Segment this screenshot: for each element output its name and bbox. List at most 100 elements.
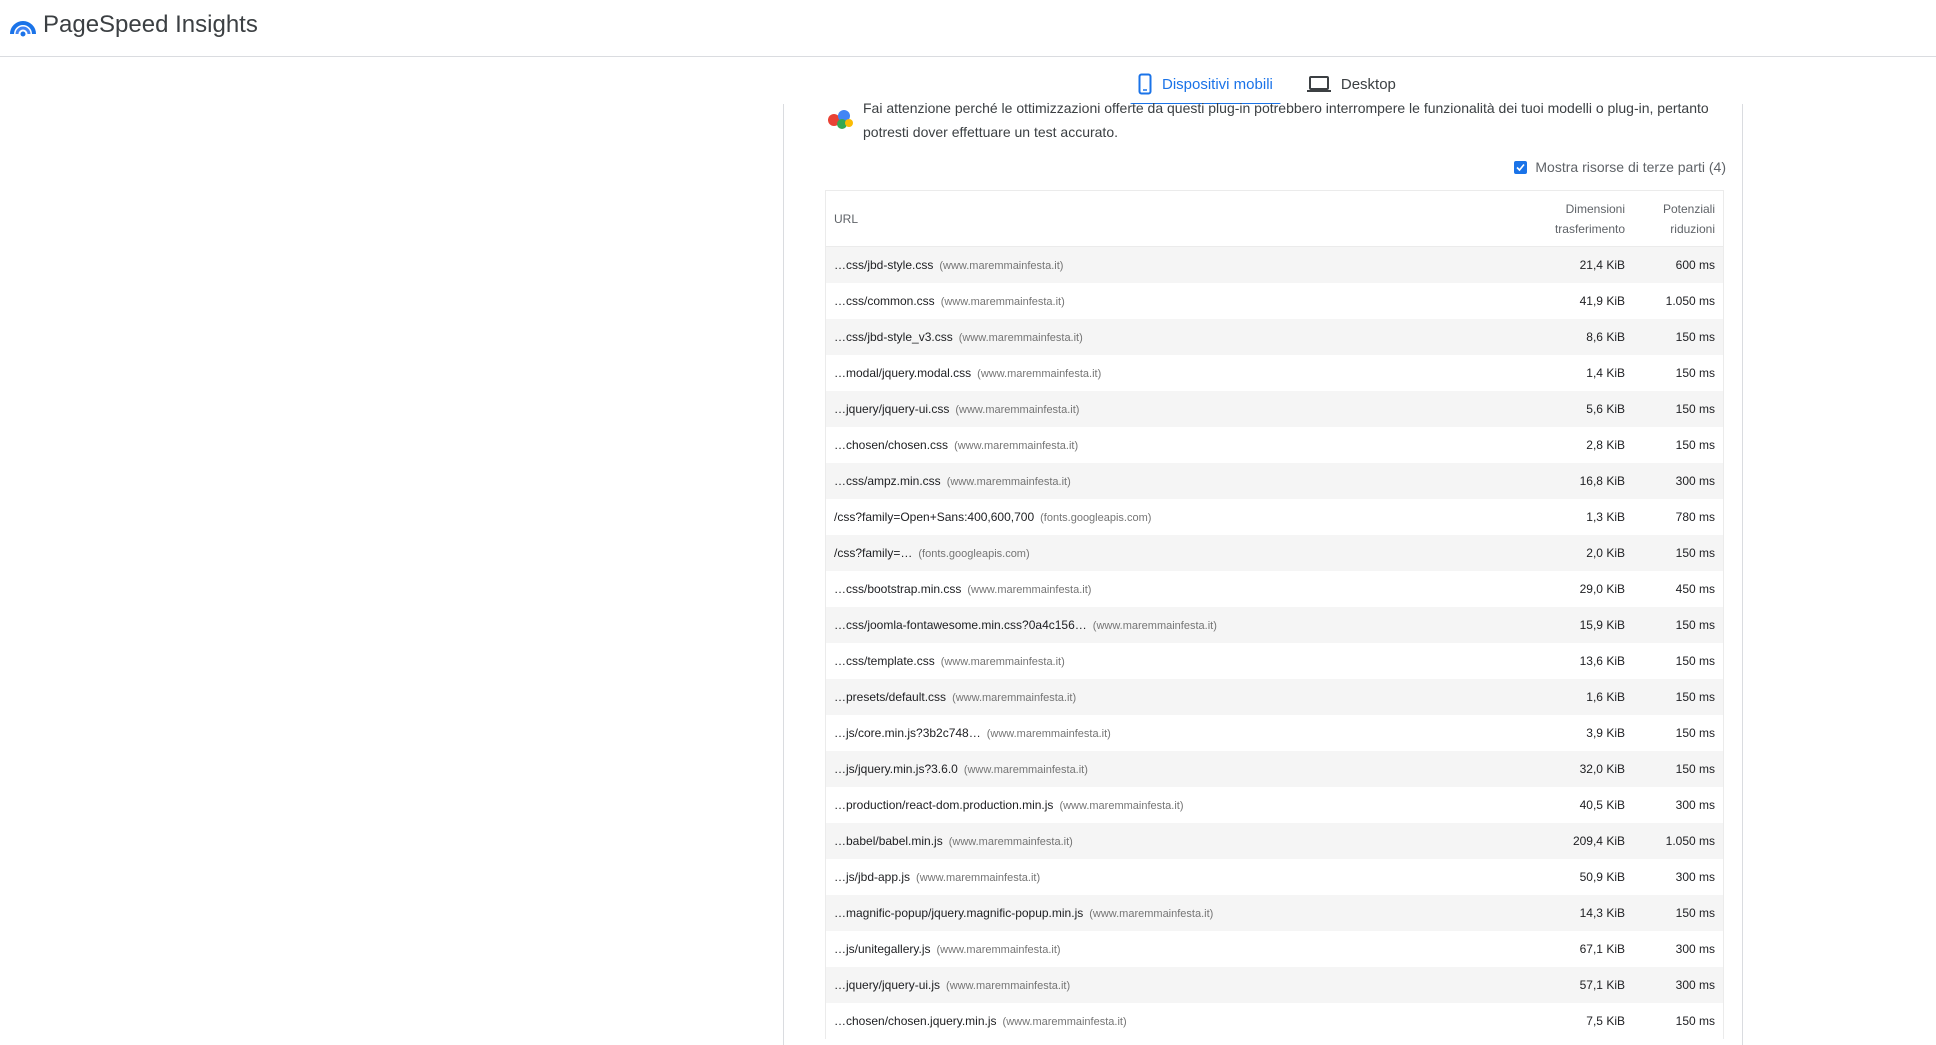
potential-savings-cell: 450 ms — [1675, 582, 1715, 596]
resource-host: (www.maremmainfesta.it) — [940, 296, 1065, 308]
column-header-url: URL — [834, 211, 859, 226]
transfer-size-cell: 67,1 KiB — [1579, 942, 1625, 956]
transfer-size-cell: 1,6 KiB — [1586, 690, 1625, 704]
table-header: URL Dimensioni trasferimento Potenziali … — [826, 191, 1723, 247]
potential-savings-cell: 300 ms — [1675, 870, 1715, 884]
app-title[interactable]: PageSpeed Insights — [43, 10, 258, 40]
tab-mobile-label: Dispositivi mobili — [1162, 75, 1273, 93]
column-header-savings-line1: Potenziali — [1662, 201, 1715, 216]
resource-url[interactable]: …presets/default.css — [834, 690, 946, 704]
table-body: …css/jbd-style.css (www.maremmainfesta.it… — [826, 247, 1723, 1039]
table-row: …js/jquery.min.js?3.6.0 (www.maremmainfes… — [826, 751, 1723, 787]
resource-url[interactable]: …magnific-popup/jquery.magnific-popup.mi… — [834, 906, 1083, 920]
table-row: …presets/default.css (www.maremmainfesta.… — [826, 679, 1723, 715]
url-cell: …jquery/jquery-ui.js (www.maremmainfesta.… — [826, 978, 1505, 992]
resource-host: (www.maremmainfesta.it) — [948, 836, 1073, 848]
resource-host: (www.maremmainfesta.it) — [1089, 908, 1214, 920]
resource-host: (www.maremmainfesta.it) — [952, 692, 1077, 704]
resource-url[interactable]: …jquery/jquery-ui.js — [834, 978, 940, 992]
resource-host: (fonts.googleapis.com) — [1040, 512, 1152, 524]
table-row: …css/common.css (www.maremmainfesta.it) 41… — [826, 283, 1723, 319]
transfer-size-cell: 14,3 KiB — [1579, 906, 1625, 920]
column-header-size-line1: Dimensioni — [1565, 201, 1625, 216]
resource-url[interactable]: /css?family=… — [834, 546, 912, 560]
resource-url[interactable]: …css/joomla-fontawesome.min.css?0a4c156… — [834, 618, 1087, 632]
url-cell: …css/common.css (www.maremmainfesta.it) — [826, 294, 1505, 308]
transfer-size-cell: 1,4 KiB — [1586, 366, 1625, 380]
pagespeed-logo-icon[interactable] — [10, 14, 36, 38]
resource-url[interactable]: …css/ampz.min.css — [834, 474, 941, 488]
resource-url[interactable]: …production/react-dom.production.min.js — [834, 798, 1053, 812]
potential-savings-cell: 300 ms — [1675, 474, 1715, 488]
resource-url[interactable]: …jquery/jquery-ui.css — [834, 402, 949, 416]
potential-savings-cell: 150 ms — [1675, 438, 1715, 452]
resource-url[interactable]: …modal/jquery.modal.css — [834, 366, 971, 380]
potential-savings-cell: 300 ms — [1675, 942, 1715, 956]
checkmark-icon — [1516, 163, 1526, 171]
column-header-size-line2: trasferimento — [1554, 221, 1625, 236]
potential-savings-cell: 150 ms — [1675, 906, 1715, 920]
url-cell: …magnific-popup/jquery.magnific-popup.mi… — [826, 906, 1505, 920]
resource-url[interactable]: …chosen/chosen.jquery.min.js — [834, 1014, 997, 1028]
column-header-savings: Potenziali riduzioni — [1625, 199, 1723, 239]
resource-url[interactable]: /css?family=Open+Sans:400,600,700 — [834, 510, 1034, 524]
plugin-stack-icon — [828, 110, 853, 129]
table-row: …modal/jquery.modal.css (www.maremmainfes… — [826, 355, 1723, 391]
transfer-size-cell: 16,8 KiB — [1579, 474, 1625, 488]
table-row: …magnific-popup/jquery.magnific-popup.mi… — [826, 895, 1723, 931]
column-header-size: Dimensioni trasferimento — [1505, 199, 1625, 239]
potential-savings-cell: 150 ms — [1675, 654, 1715, 668]
potential-savings-cell: 150 ms — [1675, 690, 1715, 704]
transfer-size-cell: 57,1 KiB — [1579, 978, 1625, 992]
potential-savings-cell: 150 ms — [1675, 618, 1715, 632]
mobile-phone-icon — [1138, 73, 1152, 95]
transfer-size-cell: 50,9 KiB — [1579, 870, 1625, 884]
resource-host: (www.maremmainfesta.it) — [977, 368, 1102, 380]
resource-url[interactable]: …css/jbd-style_v3.css — [834, 330, 953, 344]
third-party-toggle[interactable]: Mostra risorse di terze parti (4) — [1514, 159, 1726, 175]
url-cell: …css/jbd-style_v3.css (www.maremmainfesta… — [826, 330, 1505, 344]
potential-savings-cell: 300 ms — [1675, 978, 1715, 992]
resource-url[interactable]: …js/jquery.min.js?3.6.0 — [834, 762, 958, 776]
resource-url[interactable]: …babel/babel.min.js — [834, 834, 943, 848]
resource-host: (www.maremmainfesta.it) — [986, 728, 1111, 740]
third-party-checkbox[interactable] — [1514, 160, 1528, 174]
resource-host: (www.maremmainfesta.it) — [958, 332, 1083, 344]
resource-host: (www.maremmainfesta.it) — [955, 404, 1080, 416]
resource-url[interactable]: …js/unitegallery.js — [834, 942, 930, 956]
table-row: …jquery/jquery-ui.js (www.maremmainfesta.… — [826, 967, 1723, 1003]
table-row: …css/joomla-fontawesome.min.css?0a4c156…… — [826, 607, 1723, 643]
resource-host: (www.maremmainfesta.it) — [940, 656, 1065, 668]
resource-host: (fonts.googleapis.com) — [918, 548, 1030, 560]
url-cell: …css/joomla-fontawesome.min.css?0a4c156…… — [826, 618, 1505, 632]
table-row: …chosen/chosen.jquery.min.js (www.maremma… — [826, 1003, 1723, 1039]
potential-savings-cell: 300 ms — [1675, 798, 1715, 812]
resource-host: (www.maremmainfesta.it) — [954, 440, 1079, 452]
resource-host: (www.maremmainfesta.it) — [963, 764, 1088, 776]
potential-savings-cell: 1.050 ms — [1665, 294, 1715, 308]
table-row: …production/react-dom.production.min.js (… — [826, 787, 1723, 823]
resource-url[interactable]: …css/jbd-style.css — [834, 258, 933, 272]
url-cell: …css/template.css (www.maremmainfesta.it) — [826, 654, 1505, 668]
url-cell: …js/jbd-app.js (www.maremmainfesta.it) — [826, 870, 1505, 884]
resource-url[interactable]: …css/template.css — [834, 654, 935, 668]
table-row: …css/jbd-style_v3.css (www.maremmainfesta… — [826, 319, 1723, 355]
resource-url[interactable]: …js/jbd-app.js — [834, 870, 910, 884]
transfer-size-cell: 21,4 KiB — [1579, 258, 1625, 272]
table-row: …css/template.css (www.maremmainfesta.it)… — [826, 643, 1723, 679]
transfer-size-cell: 3,9 KiB — [1586, 726, 1625, 740]
transfer-size-cell: 41,9 KiB — [1579, 294, 1625, 308]
audit-details-panel: Fai attenzione perché le ottimizzazioni … — [783, 100, 1743, 1045]
resource-url[interactable]: …css/common.css — [834, 294, 935, 308]
url-cell: …babel/babel.min.js (www.maremmainfesta.i… — [826, 834, 1505, 848]
tab-desktop-label: Desktop — [1340, 75, 1396, 93]
table-row: …js/jbd-app.js (www.maremmainfesta.it) 50,… — [826, 859, 1723, 895]
resource-url[interactable]: …css/bootstrap.min.css — [834, 582, 961, 596]
transfer-size-cell: 40,5 KiB — [1579, 798, 1625, 812]
transfer-size-cell: 2,8 KiB — [1586, 438, 1625, 452]
resource-host: (www.maremmainfesta.it) — [1059, 800, 1184, 812]
resource-url[interactable]: …js/core.min.js?3b2c748… — [834, 726, 981, 740]
resource-url[interactable]: …chosen/chosen.css — [834, 438, 948, 452]
potential-savings-cell: 780 ms — [1675, 510, 1715, 524]
url-cell: …chosen/chosen.jquery.min.js (www.maremma… — [826, 1014, 1505, 1028]
